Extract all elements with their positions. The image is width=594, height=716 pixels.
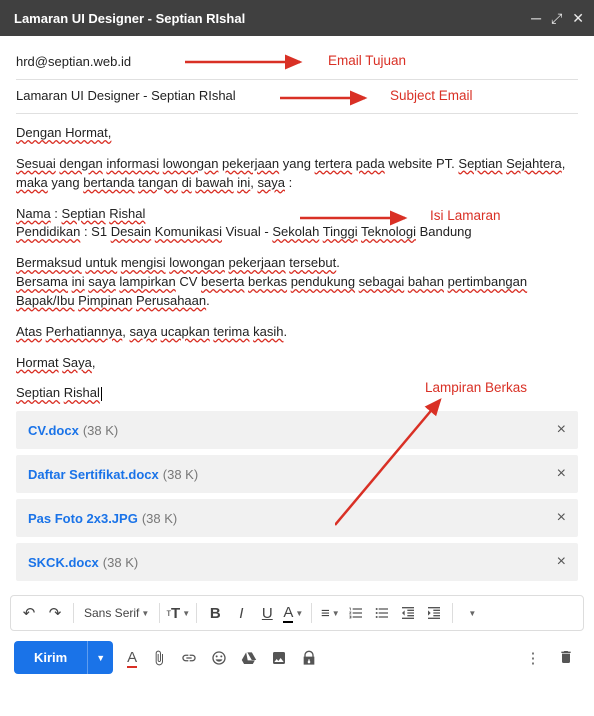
attachment-name: Daftar Sertifikat.docx xyxy=(28,467,159,482)
subject-value: Lamaran UI Designer - Septian RIshal xyxy=(16,88,236,103)
font-size-button[interactable]: тT▼ xyxy=(166,599,190,627)
attachment-item[interactable]: SKCK.docx (38 K) × xyxy=(16,543,578,581)
discard-icon[interactable] xyxy=(558,649,580,667)
bold-button[interactable]: B xyxy=(203,599,227,627)
font-select[interactable]: Sans Serif▼ xyxy=(80,599,153,627)
email-body[interactable]: Dengan Hormat, Sesuai dengan informasi l… xyxy=(16,114,578,403)
subject-field[interactable]: Lamaran UI Designer - Septian RIshal xyxy=(16,80,578,114)
more-options-icon[interactable]: ⋮ xyxy=(522,649,544,667)
indent-less-button[interactable] xyxy=(396,599,420,627)
emoji-icon[interactable] xyxy=(211,650,233,666)
intro-paragraph: Sesuai dengan informasi lowongan pekerja… xyxy=(16,155,578,193)
to-field[interactable]: hrd@septian.web.id xyxy=(16,46,578,80)
toolbar-more-button[interactable]: ▼ xyxy=(459,599,483,627)
attachment-size: (38 K) xyxy=(142,511,177,526)
purpose-paragraph: Bermaksud untuk mengisi lowongan pekerja… xyxy=(16,254,578,311)
minimize-icon[interactable]: ─ xyxy=(531,10,541,27)
attachment-size: (38 K) xyxy=(163,467,198,482)
closing-line: Hormat Saya, xyxy=(16,354,578,373)
expand-icon[interactable]: ⤢ xyxy=(551,10,562,27)
to-value: hrd@septian.web.id xyxy=(16,54,131,69)
image-icon[interactable] xyxy=(271,650,293,666)
italic-button[interactable]: I xyxy=(229,599,253,627)
header-controls: ─ ⤢ ✕ xyxy=(531,10,584,27)
format-toolbar: ↶ ↷ Sans Serif▼ тT▼ B I U A▼ ≡▼ ▼ xyxy=(10,595,584,631)
compose-actions: Kirim ▼ A ⋮ xyxy=(0,631,594,684)
identity-block: Nama : Septian Rishal Pendidikan : S1 De… xyxy=(16,205,578,243)
numbered-list-button[interactable] xyxy=(344,599,368,627)
attachment-name: Pas Foto 2x3.JPG xyxy=(28,511,138,526)
attachment-item[interactable]: Pas Foto 2x3.JPG (38 K) × xyxy=(16,499,578,537)
remove-attachment-icon[interactable]: × xyxy=(557,465,566,483)
compose-content: hrd@septian.web.id Lamaran UI Designer -… xyxy=(0,36,594,589)
attachment-size: (38 K) xyxy=(103,555,138,570)
send-options-button[interactable]: ▼ xyxy=(87,641,113,674)
attachment-item[interactable]: Daftar Sertifikat.docx (38 K) × xyxy=(16,455,578,493)
remove-attachment-icon[interactable]: × xyxy=(557,421,566,439)
attachment-list: CV.docx (38 K) × Daftar Sertifikat.docx … xyxy=(16,411,578,581)
underline-button[interactable]: U xyxy=(255,599,279,627)
attach-icon[interactable] xyxy=(151,650,173,666)
compose-header: Lamaran UI Designer - Septian RIshal ─ ⤢… xyxy=(0,0,594,36)
thanks-line: Atas Perhatiannya, saya ucapkan terima k… xyxy=(16,323,578,342)
text-format-icon[interactable]: A xyxy=(121,649,143,666)
confidential-icon[interactable] xyxy=(301,650,323,666)
remove-attachment-icon[interactable]: × xyxy=(557,553,566,571)
attachment-name: SKCK.docx xyxy=(28,555,99,570)
bulleted-list-button[interactable] xyxy=(370,599,394,627)
compose-title: Lamaran UI Designer - Septian RIshal xyxy=(14,11,531,26)
link-icon[interactable] xyxy=(181,650,203,666)
greeting-line: Dengan Hormat, xyxy=(16,124,578,143)
signature-line: Septian Rishal xyxy=(16,384,578,403)
indent-more-button[interactable] xyxy=(422,599,446,627)
drive-icon[interactable] xyxy=(241,650,263,666)
undo-button[interactable]: ↶ xyxy=(17,599,41,627)
remove-attachment-icon[interactable]: × xyxy=(557,509,566,527)
send-button[interactable]: Kirim xyxy=(14,641,87,674)
attachment-size: (38 K) xyxy=(83,423,118,438)
attachment-item[interactable]: CV.docx (38 K) × xyxy=(16,411,578,449)
redo-button[interactable]: ↷ xyxy=(43,599,67,627)
send-group: Kirim ▼ xyxy=(14,641,113,674)
close-icon[interactable]: ✕ xyxy=(572,10,584,27)
text-color-button[interactable]: A▼ xyxy=(281,599,305,627)
attachment-name: CV.docx xyxy=(28,423,79,438)
align-button[interactable]: ≡▼ xyxy=(318,599,342,627)
